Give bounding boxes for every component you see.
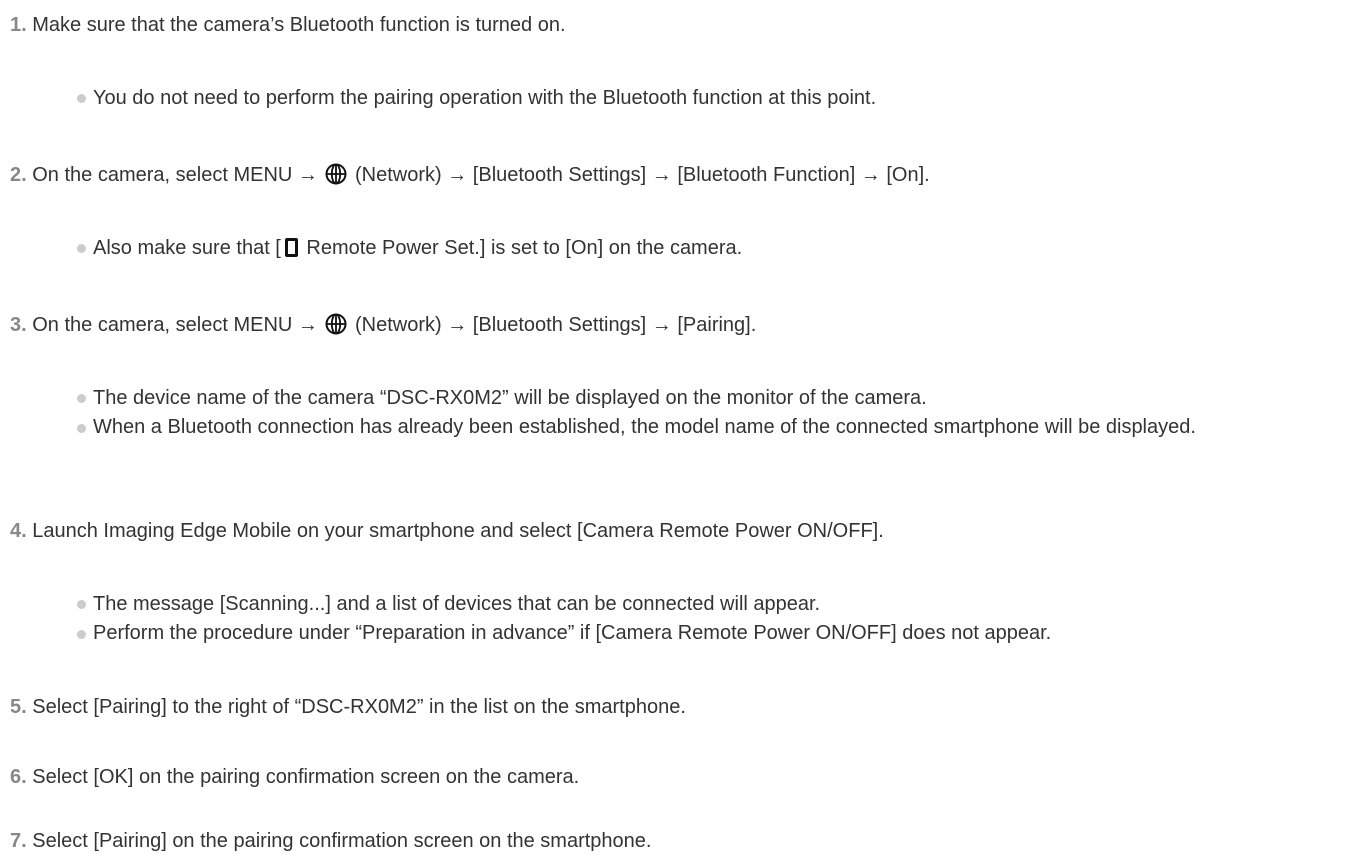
step-text-rest: (Network) → [Bluetooth Settings] → [Pair… <box>349 314 757 336</box>
step-number: 7. <box>10 830 27 852</box>
step-number: 5. <box>10 696 27 718</box>
step-2: 2. On the camera, select MENU → (Network… <box>10 162 930 188</box>
step-3-note-1: The device name of the camera “DSC-RX0M2… <box>93 387 927 409</box>
bullet-dot <box>77 244 86 253</box>
bullet-dot <box>77 630 86 639</box>
step-number: 6. <box>10 766 27 788</box>
step-number: 1. <box>10 14 27 36</box>
step-number: 2. <box>10 164 27 186</box>
step-4-note-1: The message [Scanning...] and a list of … <box>93 593 821 615</box>
step-number: 3. <box>10 314 27 336</box>
step-1-note: You do not need to perform the pairing o… <box>93 87 877 109</box>
step-7: 7. Select [Pairing] on the pairing confi… <box>10 828 651 854</box>
bullet-dot <box>77 94 86 103</box>
step-number: 4. <box>10 520 27 542</box>
network-globe-icon <box>325 163 347 185</box>
step-text: Select [Pairing] on the pairing confirma… <box>26 830 652 852</box>
step-2-note: Also make sure that [ Remote Power Set.]… <box>93 235 742 261</box>
step-4: 4. Launch Imaging Edge Mobile on your sm… <box>10 518 884 544</box>
procedure-steps: 1. Make sure that the camera’s Bluetooth… <box>0 0 1363 852</box>
note-text-rest: Remote Power Set.] is set to [On] on the… <box>300 237 743 259</box>
bullet-dot <box>77 424 86 433</box>
step-6: 6. Select [OK] on the pairing confirmati… <box>10 764 579 790</box>
step-text: On the camera, select MENU → <box>26 164 324 186</box>
bullet-dot <box>77 600 86 609</box>
step-1: 1. Make sure that the camera’s Bluetooth… <box>10 12 566 38</box>
step-3: 3. On the camera, select MENU → (Network… <box>10 312 756 338</box>
step-5: 5. Select [Pairing] to the right of “DSC… <box>10 694 686 720</box>
step-text: Launch Imaging Edge Mobile on your smart… <box>26 520 884 542</box>
step-text: Select [OK] on the pairing confirmation … <box>26 766 580 788</box>
step-3-note-2: When a Bluetooth connection has already … <box>93 416 1196 438</box>
note-text: Also make sure that [ <box>93 237 281 259</box>
remote-power-icon <box>284 238 298 257</box>
step-text: Select [Pairing] to the right of “DSC-RX… <box>26 696 686 718</box>
bullet-dot <box>77 394 86 403</box>
step-text-rest: (Network) → [Bluetooth Settings] → [Blue… <box>349 164 930 186</box>
step-text: Make sure that the camera’s Bluetooth fu… <box>26 14 566 36</box>
step-4-note-2: Perform the procedure under “Preparation… <box>93 622 1052 644</box>
step-text: On the camera, select MENU → <box>26 314 324 336</box>
network-globe-icon <box>325 313 347 335</box>
